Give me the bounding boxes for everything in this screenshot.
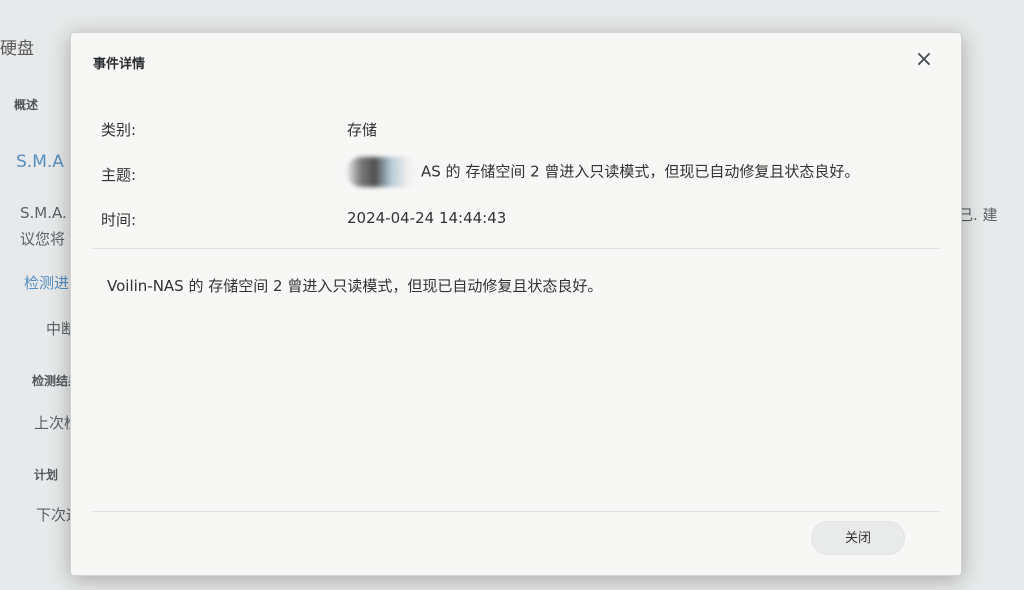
divider-bottom [93, 511, 939, 512]
redacted-blur [347, 157, 417, 187]
time-value: 2024-04-24 14:44:43 [347, 209, 507, 227]
divider-top [93, 248, 939, 249]
event-message: Voilin-NAS 的 存储空间 2 曾进入只读模式，但现已自动修复且状态良好… [107, 277, 603, 295]
category-label: 类别: [101, 121, 137, 139]
time-label: 时间: [101, 211, 137, 229]
close-icon[interactable]: × [913, 49, 935, 71]
close-button[interactable]: 关闭 [811, 521, 905, 555]
subject-value-row: AS 的 存储空间 2 曾进入只读模式，但现已自动修复且状态良好。 [347, 157, 859, 187]
subject-value: AS 的 存储空间 2 曾进入只读模式，但现已自动修复且状态良好。 [421, 162, 860, 181]
category-value: 存储 [347, 121, 378, 139]
subject-label: 主题: [101, 166, 137, 184]
dialog-title: 事件详情 [93, 57, 146, 72]
event-details-dialog: 事件详情 × 类别: 存储 主题: AS 的 存储空间 2 曾进入只读模式，但现… [70, 32, 962, 576]
